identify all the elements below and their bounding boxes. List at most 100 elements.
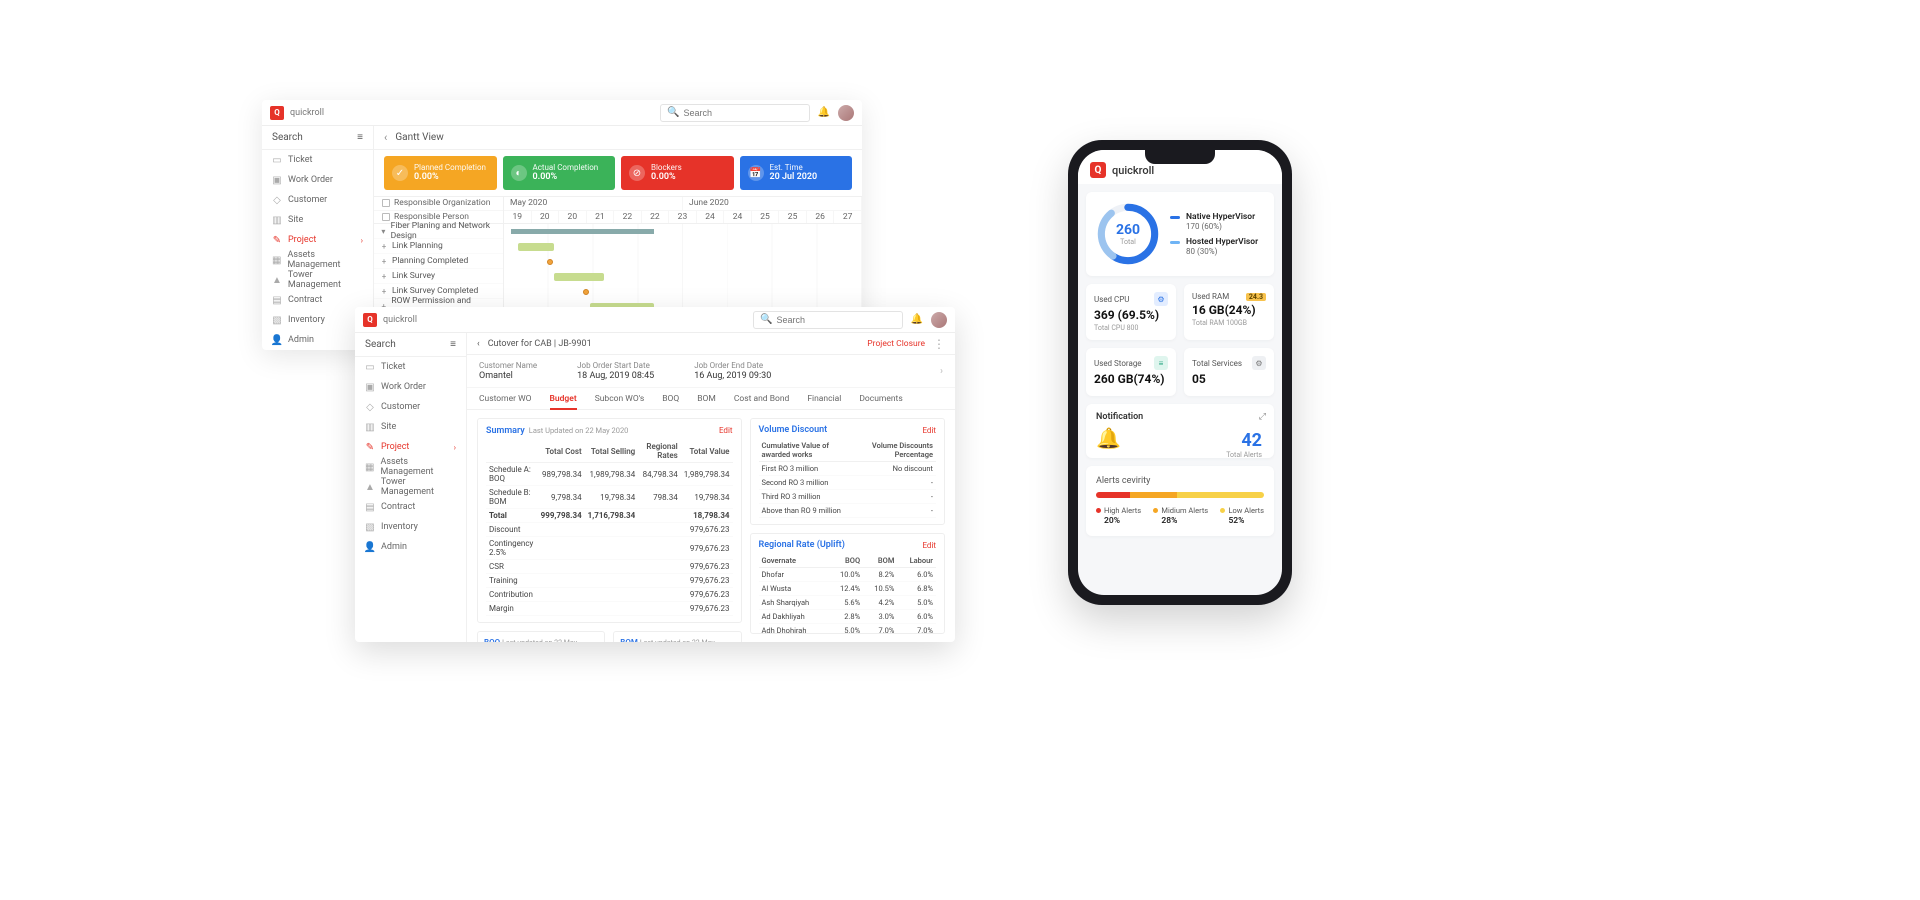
cell bbox=[638, 523, 681, 537]
cell: 798.34 bbox=[638, 486, 681, 509]
sidebar-item[interactable]: ✎Project› bbox=[262, 230, 373, 250]
chip: 24.3 bbox=[1246, 293, 1266, 301]
bell-icon[interactable]: 🔔 bbox=[816, 105, 832, 121]
sidebar-item[interactable]: ▲Tower Management bbox=[355, 477, 466, 497]
sidebar-item[interactable]: ▥Site bbox=[262, 210, 373, 230]
tab[interactable]: Documents bbox=[859, 394, 902, 404]
chevron-right-icon[interactable]: › bbox=[940, 366, 943, 377]
sidebar-item-icon: 👤 bbox=[365, 542, 375, 552]
expander-icon[interactable]: + bbox=[380, 287, 388, 296]
sidebar-item[interactable]: ▤Contract bbox=[355, 497, 466, 517]
tab[interactable]: Subcon WO's bbox=[595, 394, 645, 404]
global-search[interactable]: 🔍 bbox=[660, 104, 810, 122]
sidebar-item[interactable]: ▣Work Order bbox=[355, 377, 466, 397]
cell: Above than RO 9 million bbox=[759, 504, 853, 518]
sidebar-item[interactable]: ◇Customer bbox=[262, 190, 373, 210]
info-label: Job Order End Date bbox=[694, 361, 771, 370]
task-row[interactable]: +Planning Completed bbox=[374, 254, 503, 269]
sidebar-item-label: Work Order bbox=[381, 382, 426, 392]
edit-link[interactable]: Edit bbox=[922, 426, 936, 435]
cell: First RO 3 million bbox=[759, 462, 853, 476]
tab[interactable]: Customer WO bbox=[479, 394, 532, 404]
tab[interactable]: Financial bbox=[807, 394, 841, 404]
sidebar-item[interactable]: ▦Assets Management bbox=[262, 250, 373, 270]
cell: Contribution bbox=[486, 588, 538, 602]
checkbox[interactable] bbox=[382, 213, 390, 221]
metric-label: Used RAM bbox=[1192, 292, 1229, 301]
more-icon[interactable]: ⋮ bbox=[933, 338, 945, 350]
back-icon[interactable]: ‹ bbox=[477, 339, 480, 349]
metric-card[interactable]: Total Services⚙05 bbox=[1184, 348, 1274, 396]
metric-card[interactable]: Used RAM24.316 GB(24%)Total RAM 100GB bbox=[1184, 284, 1274, 340]
metric-card[interactable]: Used Storage≡260 GB(74%) bbox=[1086, 348, 1176, 396]
info-label: Customer Name bbox=[479, 361, 537, 370]
sidebar-item[interactable]: ✎Project› bbox=[355, 437, 466, 457]
bom-card: BOM Last updated on 22 May 2020Edit 82To… bbox=[613, 631, 741, 642]
metric-row: Used Storage≡260 GB(74%)Total Services⚙0… bbox=[1086, 348, 1274, 396]
sidebar-item-label: Admin bbox=[381, 542, 407, 552]
gantt-bar[interactable] bbox=[511, 229, 654, 234]
metric-card[interactable]: Used CPU⚙369 (69.5%)Total CPU 800 bbox=[1086, 284, 1176, 340]
expander-icon[interactable]: + bbox=[380, 257, 388, 266]
back-icon[interactable]: ‹ bbox=[384, 131, 387, 144]
expander-icon[interactable]: + bbox=[380, 272, 388, 281]
sidebar-item-icon: ▭ bbox=[365, 362, 375, 372]
sidebar-item-icon: ◇ bbox=[272, 195, 282, 205]
sidebar-item[interactable]: ▥Site bbox=[355, 417, 466, 437]
menu-icon[interactable]: ≡ bbox=[357, 132, 363, 143]
date-label: 23 bbox=[669, 211, 697, 224]
legend-value: 170 (60%) bbox=[1186, 222, 1255, 231]
kpi-value: 0.00% bbox=[533, 172, 599, 183]
menu-icon[interactable]: ≡ bbox=[450, 339, 456, 350]
gantt-bar[interactable] bbox=[554, 273, 604, 281]
expander-icon[interactable]: ▾ bbox=[380, 227, 387, 236]
avatar[interactable] bbox=[931, 312, 947, 328]
cell: 6.8% bbox=[897, 582, 936, 596]
project-closure-link[interactable]: Project Closure bbox=[867, 339, 925, 349]
task-row[interactable]: +Link Survey bbox=[374, 269, 503, 284]
tab[interactable]: Budget bbox=[550, 394, 577, 404]
sidebar-item[interactable]: ▭Ticket bbox=[355, 357, 466, 377]
task-label: Fiber Planing and Network Design bbox=[391, 221, 497, 241]
kpi-value: 20 Jul 2020 bbox=[770, 172, 818, 183]
date-label: 24 bbox=[697, 211, 725, 224]
bell-icon[interactable]: 🔔 bbox=[909, 312, 925, 328]
sidebar-item[interactable]: ◇Customer bbox=[355, 397, 466, 417]
checkbox[interactable] bbox=[382, 199, 390, 207]
edit-link[interactable]: Edit bbox=[922, 541, 936, 550]
expander-icon[interactable]: + bbox=[380, 242, 388, 251]
global-search[interactable]: 🔍 bbox=[753, 311, 903, 329]
tab[interactable]: Cost and Bond bbox=[734, 394, 790, 404]
notification-card[interactable]: Notification ⤢ 🔔 42Total Alerts bbox=[1086, 404, 1274, 458]
search-icon: 🔍 bbox=[667, 107, 679, 118]
kpi-row: ✓ Planned Completion0.00% ◐ Actual Compl… bbox=[374, 150, 862, 196]
metric-value: 05 bbox=[1192, 372, 1266, 386]
sidebar-item[interactable]: 👤 Admin bbox=[355, 537, 466, 557]
cell: Schedule A: BOQ bbox=[486, 463, 538, 486]
regional-rate-card: Regional Rate (Uplift)Edit GovernateBOQB… bbox=[750, 533, 946, 634]
legend-item: Hosted HyperVisor80 (30%) bbox=[1170, 237, 1258, 256]
sidebar-item[interactable]: ▧Inventory bbox=[355, 517, 466, 537]
date-label: 22 bbox=[614, 211, 642, 224]
sidebar-item[interactable]: ▦Assets Management bbox=[355, 457, 466, 477]
sidebar-item[interactable]: ▣Work Order bbox=[262, 170, 373, 190]
tab[interactable]: BOM bbox=[697, 394, 716, 404]
avatar[interactable] bbox=[838, 105, 854, 121]
gantt-bar[interactable] bbox=[518, 243, 554, 251]
task-row[interactable]: +Link Planning bbox=[374, 239, 503, 254]
tab[interactable]: BOQ bbox=[662, 394, 679, 404]
gantt-milestone[interactable] bbox=[583, 289, 589, 295]
sidebar-item[interactable]: ▲Tower Management bbox=[262, 270, 373, 290]
edit-link[interactable]: Edit bbox=[719, 426, 733, 435]
search-input[interactable] bbox=[776, 315, 896, 325]
gantt-milestone[interactable] bbox=[547, 259, 553, 265]
boq-card: BOQ Last updated on 22 May 2020Edit 41To… bbox=[477, 631, 605, 642]
donut-chart: 260Total bbox=[1096, 202, 1160, 266]
task-row[interactable]: ▾ Fiber Planing and Network Design bbox=[374, 224, 503, 239]
col-header bbox=[486, 440, 538, 463]
search-input[interactable] bbox=[683, 108, 803, 118]
chevron-right-icon: › bbox=[454, 443, 456, 452]
cell bbox=[638, 574, 681, 588]
expand-icon[interactable]: ⤢ bbox=[1259, 412, 1266, 422]
sidebar-item[interactable]: ▭Ticket bbox=[262, 150, 373, 170]
